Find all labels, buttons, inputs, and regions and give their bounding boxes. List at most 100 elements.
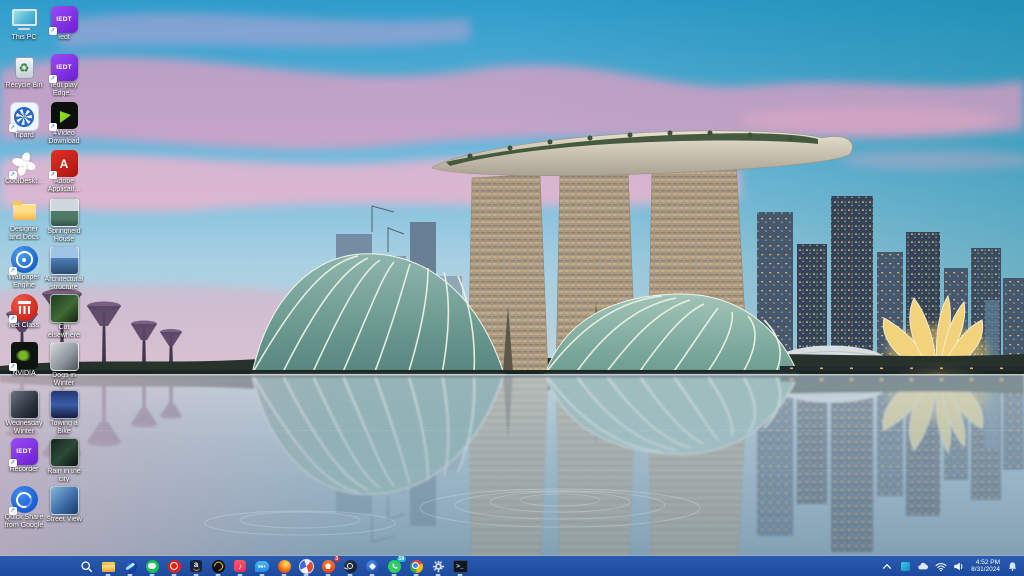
taskbar-apple-music-button[interactable]: ♪ [232,556,248,576]
desktop-icon-tipard[interactable]: Tipard [4,102,44,150]
taskbar-steam-button[interactable] [342,556,358,576]
file-explorer-icon [102,562,115,572]
volume-icon[interactable] [953,560,965,572]
cat-elsewhere-icon [50,294,79,323]
desktop-icon-cat-elsewhere[interactable]: Cat elsewhere [44,294,84,342]
desktop-icon-wallpaper-engine[interactable]: Wallpaper Engine [4,246,44,294]
desktop-icon-cool-desk[interactable]: CoolDeskt... [4,150,44,198]
desktop-icon-4video-download[interactable]: 4Video Download [44,102,84,150]
taskbar-qq-music-button[interactable] [210,556,226,576]
desktop-icon-nvidia[interactable]: NVIDIA [4,342,44,390]
desktop-icon-adobe-acrobat[interactable]: AAdobe Applicati... [44,150,84,198]
taskbar-search-button[interactable] [78,556,94,576]
clock-date: 8/31/2024 [971,566,1000,574]
amazon-icon: a [190,560,202,572]
icon-label: Designer and Docs [4,226,44,241]
desktop-icon-quick-share[interactable]: Quick Share from Google [4,486,44,534]
running-indicator [172,574,177,576]
desktop-icon-net-class[interactable]: Net Class [4,294,44,342]
desktop-icon-iedt[interactable]: IEDTIedt [44,6,84,54]
taskbar-start-button[interactable] [56,556,72,576]
taskbar-terminal-button[interactable]: >_ [452,556,468,576]
taskbar-clock[interactable]: 4:52 PM 8/31/2024 [971,559,1000,574]
dogs-in-winter-icon [50,342,79,371]
quick-share-icon [11,486,38,513]
nvidia-icon [11,342,38,369]
taskbar-app-blue-globe-button[interactable] [122,556,138,576]
wednesday-winter-icon [10,390,39,419]
shortcut-arrow-icon [9,315,17,323]
qq-music-icon [212,560,225,573]
icon-label: Iedt [44,34,84,42]
towing-a-bike-icon [50,390,79,419]
taskbar-settings-button[interactable] [430,556,446,576]
desktop-icon-wednesday-winter[interactable]: Wednesday Winter [4,390,44,438]
desktop-icon-this-pc[interactable]: This PC [4,6,44,54]
desktop-icon-recycle-bin[interactable]: Recycle Bin [4,54,44,102]
desktop-icon-grid: This PCRecycle BinTipardCoolDeskt... Desi… [4,6,84,534]
steam-icon [344,560,357,573]
clock-time: 4:52 PM [971,559,1000,567]
shortcut-arrow-icon [9,124,17,132]
taskbar-brave-button[interactable]: 3 [320,556,336,576]
running-indicator [238,574,243,576]
notifications-bell-icon[interactable] [1006,560,1018,572]
desktop-icon-towing-a-bike[interactable]: Towing a Bike [44,390,84,438]
tray-app-teal-icon[interactable] [899,560,911,572]
icon-label: Rain in the city [44,468,84,483]
taskbar-line-messenger-button[interactable] [144,556,160,576]
messenger-icon: 99+ [255,561,269,572]
desktop-icon-iedt-play-edge[interactable]: IEDTIedt play Edge... [44,54,84,102]
notification-badge: 19 [397,556,406,562]
4video-download-icon [51,102,78,129]
running-indicator [392,574,397,576]
desktop-icon-springfield-house[interactable]: Springfield House [44,198,84,246]
icon-label: Cat elsewhere [44,324,84,339]
cool-desk-icon [11,150,38,177]
taskbar-amazon-button[interactable]: a [188,556,204,576]
desktop-icon-dogs-in-winter[interactable]: Dogs in Winter [44,342,84,390]
taskbar-firefox-button[interactable] [276,556,292,576]
line-messenger-icon [146,560,159,573]
wifi-icon[interactable] [935,560,947,572]
running-indicator [106,574,111,576]
taskbar-file-explorer-button[interactable] [100,556,116,576]
taskbar: a ♪ 99+ 3 19 >_ [0,556,1024,576]
icon-label: Springfield House [44,228,84,243]
running-indicator [194,574,199,576]
taskbar-youtube-music-button[interactable] [166,556,182,576]
desktop-icon-rain-in-the-city[interactable]: Rain in the city [44,438,84,486]
apple-music-icon: ♪ [234,560,246,572]
running-indicator [128,574,133,576]
hidden-icons-chevron-icon[interactable] [881,560,893,572]
notification-badge: 3 [334,556,340,562]
taskbar-messenger-button[interactable]: 99+ [254,556,270,576]
taskbar-whatsapp-button[interactable]: 19 [386,556,402,576]
icon-label: Wednesday Winter [4,420,44,435]
youtube-music-icon [168,560,181,573]
adobe-acrobat-icon: A [51,150,78,177]
onedrive-cloud-icon[interactable] [917,560,929,572]
taskbar-game-ball-button[interactable] [298,556,314,576]
shortcut-arrow-icon [49,27,57,35]
icon-label: 4Video Download [44,130,84,145]
shortcut-arrow-icon [9,459,17,467]
this-pc-icon [11,6,38,33]
desktop-icon-street-view[interactable]: Street View [44,486,84,534]
springfield-house-icon [50,198,79,227]
desktop-icon-recorder[interactable]: IEDTRecorder [4,438,44,486]
net-class-icon [11,294,38,321]
terminal-icon: >_ [453,560,468,573]
recycle-bin-icon [11,54,38,81]
game-ball-icon [299,559,314,574]
wallpaper-engine-icon [11,246,38,273]
icon-label: Street View [44,516,84,524]
icon-label: Towing a Bike [44,420,84,435]
taskbar-chrome-button[interactable] [408,556,424,576]
street-view-icon [50,486,79,515]
taskbar-app-blue-round-button[interactable] [364,556,380,576]
desktop-icon-designer-folder[interactable]: Designer and Docs [4,198,44,246]
tipard-icon [10,102,39,131]
desktop-icon-architectural-structure[interactable]: Architectural structure [44,246,84,294]
taskbar-apps: a ♪ 99+ 3 19 >_ [0,556,468,576]
